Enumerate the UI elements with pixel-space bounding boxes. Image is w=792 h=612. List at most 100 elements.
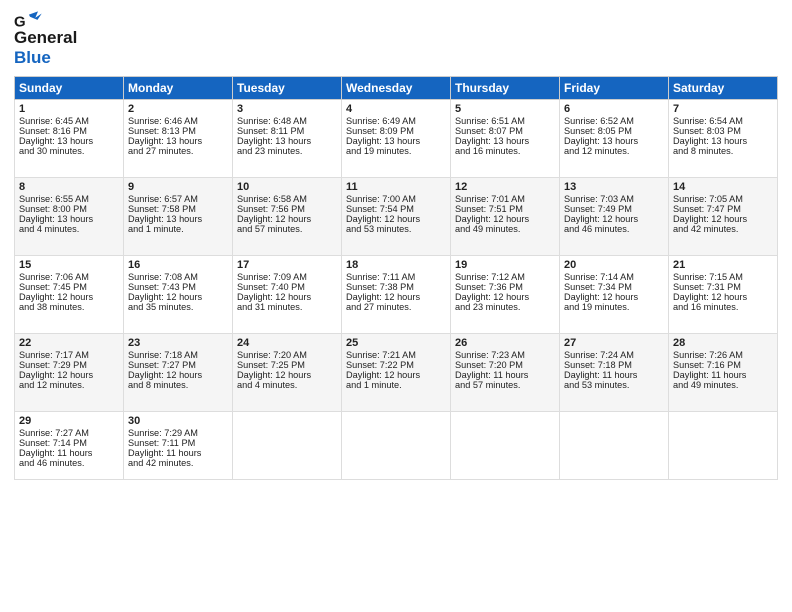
day-info-line: Sunset: 7:47 PM [673,204,773,214]
day-info-line: and 1 minute. [128,224,228,234]
day-info-line: and 27 minutes. [128,146,228,156]
day-info-line: and 16 minutes. [673,302,773,312]
day-info-line: and 42 minutes. [673,224,773,234]
day-number: 6 [564,103,664,115]
day-info-line: and 30 minutes. [19,146,119,156]
day-info-line: Sunrise: 6:54 AM [673,116,773,126]
day-info-line: Sunrise: 7:17 AM [19,350,119,360]
day-info-line: Daylight: 13 hours [19,214,119,224]
day-info-line: Daylight: 11 hours [564,370,664,380]
day-info-line: and 53 minutes. [564,380,664,390]
day-info-line: Sunrise: 7:29 AM [128,428,228,438]
calendar-cell: 28Sunrise: 7:26 AMSunset: 7:16 PMDayligh… [669,334,778,412]
day-info-line: Sunset: 8:00 PM [19,204,119,214]
day-info-line: Sunset: 7:25 PM [237,360,337,370]
day-info-line: Sunset: 8:05 PM [564,126,664,136]
weekday-friday: Friday [560,77,669,100]
day-info-line: Sunset: 7:40 PM [237,282,337,292]
day-info-line: Sunrise: 7:11 AM [346,272,446,282]
day-info-line: Sunrise: 7:26 AM [673,350,773,360]
calendar-cell: 7Sunrise: 6:54 AMSunset: 8:03 PMDaylight… [669,100,778,178]
calendar-cell: 30Sunrise: 7:29 AMSunset: 7:11 PMDayligh… [124,412,233,480]
day-info-line: Sunset: 7:11 PM [128,438,228,448]
weekday-header-row: SundayMondayTuesdayWednesdayThursdayFrid… [15,77,778,100]
day-info-line: Sunset: 7:18 PM [564,360,664,370]
day-info-line: Sunrise: 7:12 AM [455,272,555,282]
calendar-cell: 16Sunrise: 7:08 AMSunset: 7:43 PMDayligh… [124,256,233,334]
day-info-line: Sunrise: 6:49 AM [346,116,446,126]
calendar-cell: 19Sunrise: 7:12 AMSunset: 7:36 PMDayligh… [451,256,560,334]
day-info-line: Sunset: 7:29 PM [19,360,119,370]
day-info-line: Daylight: 12 hours [346,370,446,380]
calendar-cell: 29Sunrise: 7:27 AMSunset: 7:14 PMDayligh… [15,412,124,480]
day-info-line: Daylight: 12 hours [19,292,119,302]
calendar-cell [560,412,669,480]
day-info-line: Daylight: 12 hours [564,214,664,224]
calendar-cell: 13Sunrise: 7:03 AMSunset: 7:49 PMDayligh… [560,178,669,256]
day-info-line: and 46 minutes. [564,224,664,234]
day-number: 2 [128,103,228,115]
day-number: 28 [673,337,773,349]
day-info-line: Daylight: 11 hours [455,370,555,380]
day-info-line: Daylight: 12 hours [237,370,337,380]
calendar-cell [233,412,342,480]
page-header: G General Blue [14,10,778,68]
day-info-line: Sunrise: 7:03 AM [564,194,664,204]
calendar-cell: 9Sunrise: 6:57 AMSunset: 7:58 PMDaylight… [124,178,233,256]
calendar-cell: 25Sunrise: 7:21 AMSunset: 7:22 PMDayligh… [342,334,451,412]
day-info-line: Daylight: 12 hours [128,292,228,302]
day-info-line: Sunrise: 6:57 AM [128,194,228,204]
calendar-body: 1Sunrise: 6:45 AMSunset: 8:16 PMDaylight… [15,100,778,480]
calendar-cell: 5Sunrise: 6:51 AMSunset: 8:07 PMDaylight… [451,100,560,178]
day-number: 26 [455,337,555,349]
calendar-week-5: 29Sunrise: 7:27 AMSunset: 7:14 PMDayligh… [15,412,778,480]
day-info-line: Sunrise: 7:00 AM [346,194,446,204]
calendar-cell: 2Sunrise: 6:46 AMSunset: 8:13 PMDaylight… [124,100,233,178]
day-info-line: Sunrise: 7:20 AM [237,350,337,360]
day-info-line: and 57 minutes. [237,224,337,234]
day-number: 20 [564,259,664,271]
day-number: 5 [455,103,555,115]
day-info-line: Daylight: 13 hours [346,136,446,146]
day-info-line: Sunrise: 6:51 AM [455,116,555,126]
calendar-week-3: 15Sunrise: 7:06 AMSunset: 7:45 PMDayligh… [15,256,778,334]
day-info-line: and 49 minutes. [673,380,773,390]
day-info-line: and 27 minutes. [346,302,446,312]
calendar-cell: 8Sunrise: 6:55 AMSunset: 8:00 PMDaylight… [15,178,124,256]
day-info-line: Daylight: 13 hours [564,136,664,146]
day-info-line: Sunset: 7:51 PM [455,204,555,214]
calendar-cell: 26Sunrise: 7:23 AMSunset: 7:20 PMDayligh… [451,334,560,412]
calendar-cell: 15Sunrise: 7:06 AMSunset: 7:45 PMDayligh… [15,256,124,334]
day-info-line: Sunrise: 6:48 AM [237,116,337,126]
day-info-line: Sunset: 7:14 PM [19,438,119,448]
calendar-week-1: 1Sunrise: 6:45 AMSunset: 8:16 PMDaylight… [15,100,778,178]
day-info-line: Daylight: 12 hours [455,292,555,302]
calendar-table: SundayMondayTuesdayWednesdayThursdayFrid… [14,76,778,480]
day-info-line: Daylight: 11 hours [19,448,119,458]
logo: G General Blue [14,10,77,68]
day-info-line: Sunset: 7:43 PM [128,282,228,292]
day-info-line: Daylight: 12 hours [346,214,446,224]
page-container: G General Blue SundayMondayTuesdayWednes… [0,0,792,486]
calendar-cell: 14Sunrise: 7:05 AMSunset: 7:47 PMDayligh… [669,178,778,256]
weekday-thursday: Thursday [451,77,560,100]
day-info-line: Daylight: 11 hours [128,448,228,458]
day-number: 24 [237,337,337,349]
weekday-tuesday: Tuesday [233,77,342,100]
day-info-line: Sunset: 8:11 PM [237,126,337,136]
day-info-line: Sunrise: 7:24 AM [564,350,664,360]
day-info-line: Sunset: 7:34 PM [564,282,664,292]
calendar-week-4: 22Sunrise: 7:17 AMSunset: 7:29 PMDayligh… [15,334,778,412]
logo-text-general: General [14,28,77,48]
day-info-line: and 49 minutes. [455,224,555,234]
day-info-line: Sunrise: 7:15 AM [673,272,773,282]
day-info-line: Sunset: 7:56 PM [237,204,337,214]
day-info-line: Sunrise: 7:01 AM [455,194,555,204]
day-info-line: Sunset: 8:07 PM [455,126,555,136]
day-info-line: and 46 minutes. [19,458,119,468]
day-info-line: Sunset: 7:38 PM [346,282,446,292]
day-info-line: and 53 minutes. [346,224,446,234]
calendar-cell: 11Sunrise: 7:00 AMSunset: 7:54 PMDayligh… [342,178,451,256]
day-number: 30 [128,415,228,427]
day-number: 3 [237,103,337,115]
